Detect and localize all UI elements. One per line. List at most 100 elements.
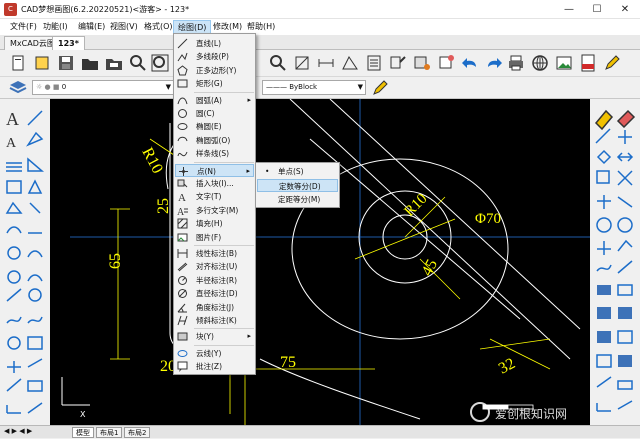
draw-menu-item-label: 批注(Z) <box>196 362 222 372</box>
new-template-icon[interactable] <box>32 53 52 73</box>
menu-modify[interactable]: 修改(M) <box>209 20 246 34</box>
draw-menu-item-label: 样条线(S) <box>196 149 230 159</box>
layer-value: 0 <box>61 83 67 91</box>
submenu-item-label: 定数等分(D) <box>279 182 321 191</box>
text-icon: A <box>178 192 186 202</box>
draw-menu-item-label: 云线(Y) <box>196 348 222 358</box>
chevron-down-icon: ▼ <box>165 83 171 91</box>
dim-text-75: 75 <box>280 354 296 371</box>
distance-icon[interactable] <box>316 53 336 73</box>
draw-menu-item-label: 线性标注(B) <box>196 249 237 258</box>
pencil-icon[interactable] <box>370 78 390 98</box>
menu-view[interactable]: 视图(V) <box>106 20 142 34</box>
undo-icon[interactable] <box>460 53 480 73</box>
draw-menu-item-dim-angle[interactable]: 角度标注(J) <box>175 301 254 314</box>
right-tool-icons[interactable] <box>594 105 636 423</box>
tab-scroll-arrows[interactable]: ◀ ▶ ◀ ▶ <box>4 427 32 435</box>
menu-draw[interactable]: 绘图(D) <box>173 20 212 34</box>
left-tool-icons[interactable]: A A <box>4 105 46 423</box>
draw-menu-item-arc[interactable]: 圆弧(A) ▸ <box>175 94 254 107</box>
draw-menu-item-polyline[interactable]: 多线段(P) <box>175 50 254 63</box>
draw-menu-item-rectangle[interactable]: 矩形(G) <box>175 77 254 90</box>
zoom-window-icon[interactable] <box>128 53 148 73</box>
circle-icon <box>178 109 187 118</box>
dim-text-32: 32 <box>496 355 518 378</box>
menu-help[interactable]: 帮助(H) <box>243 20 279 34</box>
svg-text:A: A <box>177 207 185 216</box>
print-icon[interactable] <box>506 53 526 73</box>
tab-123[interactable]: 123* <box>52 36 85 50</box>
submenu-item-single-point[interactable]: • 单点(S) <box>257 165 338 178</box>
chevron-down-icon: ▼ <box>357 83 363 91</box>
dim-text-phi70: Φ70 <box>475 211 501 227</box>
layer-icon[interactable] <box>8 78 28 98</box>
layer-manager-icon[interactable] <box>412 53 432 73</box>
draw-menu-item-block[interactable]: 块(Y) ▸ <box>175 330 254 343</box>
draw-menu-item-circle[interactable]: 圆(C) <box>175 107 254 120</box>
menu-function[interactable]: 功能(I) <box>39 20 72 34</box>
area-icon[interactable] <box>340 53 360 73</box>
layout-tab-layout2[interactable]: 布局2 <box>124 427 151 438</box>
draw-menu-item-label: 圆(C) <box>196 109 215 118</box>
draw-menu-item-mtext[interactable]: A 多行文字(M) <box>175 204 254 217</box>
draw-menu-item-text[interactable]: A 文字(T) <box>175 190 254 203</box>
match-properties-icon[interactable] <box>388 53 408 73</box>
pdf-icon[interactable] <box>578 53 598 73</box>
draw-menu-item-spline[interactable]: 样条线(S) <box>175 147 254 160</box>
draw-menu-item-point[interactable]: 点(N) ▸ <box>175 163 254 177</box>
chevron-right-icon: ▸ <box>247 95 251 104</box>
submenu-item-divide[interactable]: 定数等分(D) <box>257 179 338 192</box>
zoom-extents-icon[interactable] <box>150 53 170 73</box>
save-icon[interactable] <box>56 53 76 73</box>
dim-aligned-icon <box>177 263 188 272</box>
draw-menu-item-dim-linear[interactable]: 线性标注(B) <box>175 247 254 260</box>
chevron-right-icon: ▸ <box>247 332 251 341</box>
measure-icon[interactable] <box>292 53 312 73</box>
layer-select[interactable]: ☼ ● ■ 0 ▼ <box>32 80 174 95</box>
dim-angle-icon <box>177 303 187 313</box>
properties-icon[interactable] <box>364 53 384 73</box>
menu-edit[interactable]: 编辑(E) <box>74 20 109 34</box>
drawing-canvas[interactable]: R10 Φ70 45 25 65 75 32 R10 20 X <box>50 99 590 425</box>
draw-menu-item-dim-radius[interactable]: 半径标注(R) <box>175 274 254 287</box>
menu-separator <box>194 344 254 346</box>
point-submenu: • 单点(S) 定数等分(D) 定距等分(M) <box>255 162 340 208</box>
title-bar: C CAD梦想画图(6.2.20220521)<游客> - 123* — ☐ ✕ <box>0 0 640 19</box>
draw-menu-item-hatch[interactable]: 填充(H) <box>175 217 254 230</box>
draw-menu-item-dim-diameter[interactable]: 直径标注(D) <box>175 287 254 300</box>
draw-menu-item-insert-block[interactable]: 插入块(I)... <box>175 177 254 190</box>
ellipse-icon <box>177 123 188 131</box>
minimize-button[interactable]: — <box>555 0 583 19</box>
maximize-button[interactable]: ☐ <box>583 0 611 19</box>
draw-menu-item-label: 倾斜标注(K) <box>196 316 237 325</box>
draw-menu-item-ellipse-arc[interactable]: 椭圆弧(O) <box>175 134 254 147</box>
open-folder-icon[interactable] <box>80 53 100 73</box>
draw-menu-item-ellipse[interactable]: 椭圆(E) <box>175 120 254 133</box>
draw-menu-item-comment[interactable]: 批注(Z) <box>175 360 254 373</box>
redo-icon[interactable] <box>484 53 504 73</box>
layer-tools-icon[interactable] <box>436 53 456 73</box>
draw-menu-item-polygon[interactable]: 正多边形(Y) <box>175 64 254 77</box>
draw-menu-item-dim-oblique[interactable]: 倾斜标注(K) <box>175 314 254 327</box>
save-as-icon[interactable] <box>104 53 124 73</box>
draw-menu-item-image[interactable]: 图片(F) <box>175 231 254 244</box>
draw-menu-item-label: 直线(L) <box>196 39 222 48</box>
draw-menu-item-revcloud[interactable]: 云线(Y) <box>175 347 254 360</box>
linetype-select[interactable]: ——— ByBlock ▼ <box>262 80 366 95</box>
layout-tab-layout1[interactable]: 布局1 <box>96 427 123 438</box>
close-button[interactable]: ✕ <box>611 0 639 19</box>
zoom-realtime-icon[interactable] <box>268 53 288 73</box>
pencil-icon[interactable] <box>602 53 622 73</box>
menu-format[interactable]: 格式(O) <box>140 20 177 34</box>
image-icon <box>177 233 188 242</box>
draw-menu-item-label: 插入块(I)... <box>196 179 234 188</box>
layout-tab-model[interactable]: 模型 <box>72 427 94 438</box>
menu-file[interactable]: 文件(F) <box>6 20 41 34</box>
new-file-icon[interactable] <box>8 53 28 73</box>
draw-menu-item-line[interactable]: 直线(L) <box>175 37 254 50</box>
submenu-item-measure[interactable]: 定距等分(M) <box>257 193 338 206</box>
draw-menu-item-dim-aligned[interactable]: 对齐标注(U) <box>175 260 254 273</box>
image-export-icon[interactable] <box>554 53 574 73</box>
globe-icon[interactable] <box>530 53 550 73</box>
dim-text-65: 65 <box>107 253 124 269</box>
